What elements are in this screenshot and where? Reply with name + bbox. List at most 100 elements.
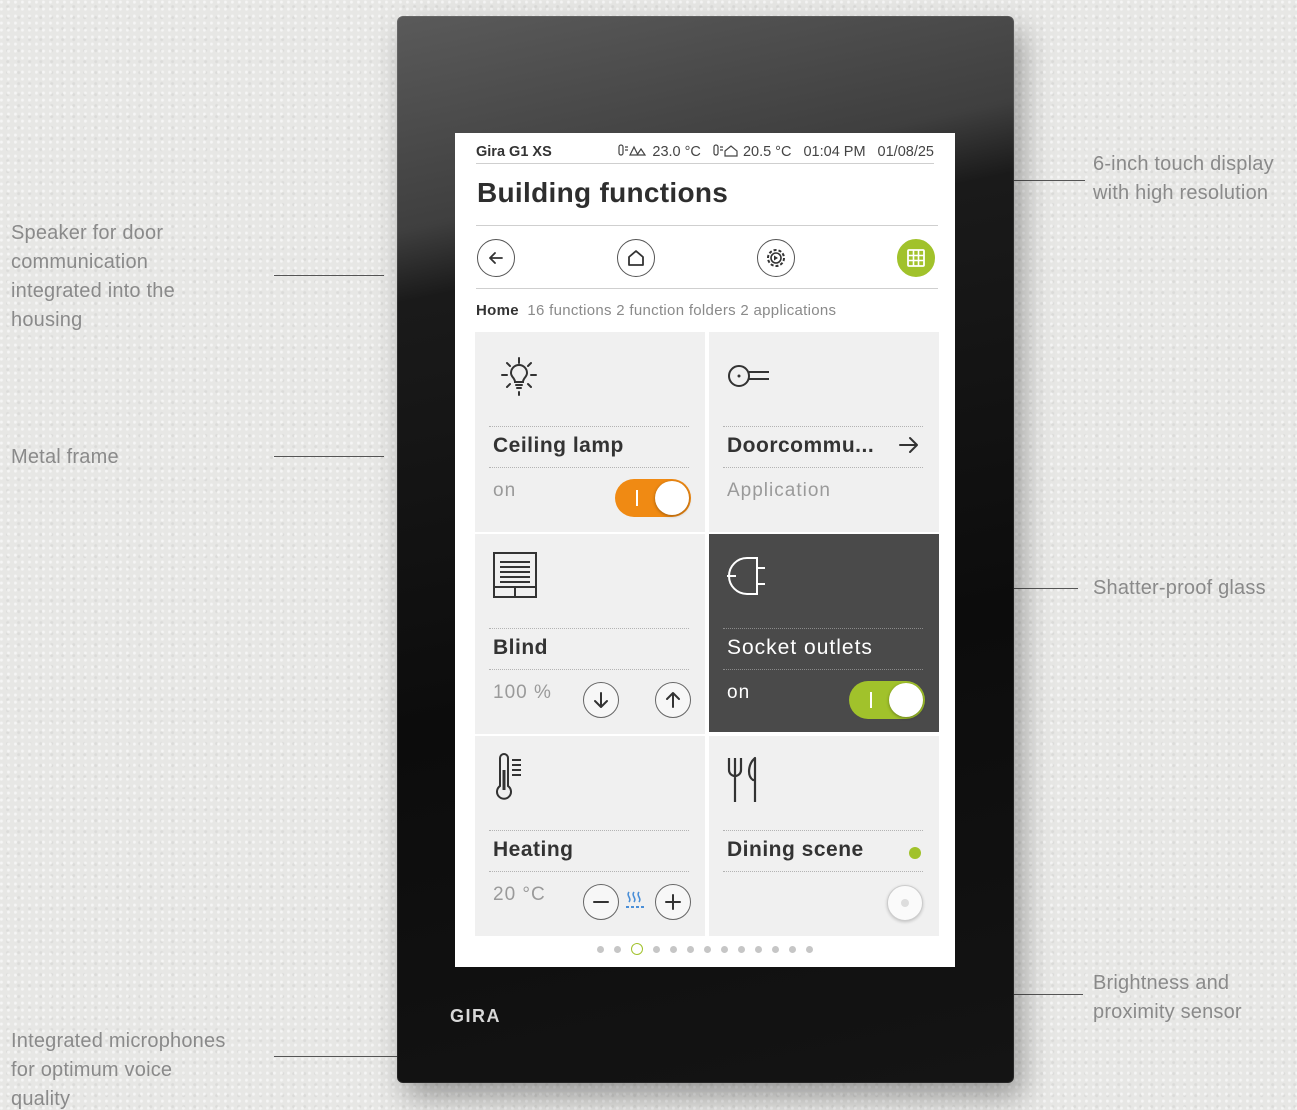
tile-state: 100 %: [493, 682, 552, 703]
page-dot[interactable]: [772, 945, 779, 953]
tile-label: Doorcommu...: [727, 434, 875, 457]
heating-wave-icon: [626, 891, 644, 908]
tile-ceiling-lamp[interactable]: Ceiling lamp on: [475, 332, 705, 532]
outdoor-temp: 23.0 °C: [618, 144, 701, 160]
callout-line-metal-frame: [274, 456, 384, 457]
tile-label: Socket outlets: [727, 636, 873, 659]
settings-gear-icon: [767, 249, 785, 267]
settings-button[interactable]: [757, 239, 795, 277]
tile-label: Dining scene: [727, 838, 864, 861]
date: 01/08/25: [877, 143, 934, 160]
page-title: Building functions: [477, 177, 729, 208]
tile-divider: [489, 426, 689, 427]
outdoor-thermometer-icon: [618, 143, 647, 156]
page-dot[interactable]: [670, 945, 677, 953]
tile-heating[interactable]: Heating 20 °C: [475, 736, 705, 936]
tile-divider: [723, 628, 923, 629]
page-indicator: [455, 943, 955, 955]
arrow-right-icon: [899, 437, 918, 453]
page-dot[interactable]: [631, 943, 643, 955]
toggle-knob: [655, 481, 689, 515]
tile-divider: [489, 830, 689, 831]
breadcrumb: Home 16 functions 2 function folders 2 a…: [476, 302, 836, 319]
status-info: 23.0 °C 20.5 °C 01:04 PM 01/08/25: [618, 144, 934, 160]
grid-view-button[interactable]: [897, 239, 935, 277]
callout-line-speaker: [274, 275, 384, 276]
tile-label: Blind: [493, 636, 548, 659]
arrow-up-icon: [666, 692, 680, 708]
back-button[interactable]: [477, 239, 515, 277]
trigger-dot: [901, 899, 909, 907]
tile-door-communication[interactable]: Doorcommu... Application: [709, 332, 939, 532]
page-dot[interactable]: [721, 945, 728, 953]
plug-icon: [727, 557, 765, 595]
callout-glass: Shatter-proof glass: [1093, 577, 1266, 599]
callout-speaker: Speaker for door communication integrate…: [11, 222, 175, 331]
tile-divider: [489, 669, 689, 670]
dining-scene-trigger-button[interactable]: [887, 885, 923, 921]
callout-display: 6-inch touch display with high resolutio…: [1093, 153, 1274, 204]
callout-metal-frame: Metal frame: [11, 446, 119, 468]
bulb-icon: [501, 357, 537, 396]
toggle-on-mark: [636, 490, 638, 506]
arrow-down-icon: [594, 692, 608, 708]
tile-state: on: [727, 682, 751, 703]
tile-state: on: [493, 480, 517, 501]
clock: 01:04 PM: [803, 143, 866, 160]
indoor-thermometer-icon: [713, 143, 738, 157]
page-dot[interactable]: [704, 945, 711, 953]
blind-down-button[interactable]: [583, 682, 619, 718]
nav-divider: [476, 288, 938, 289]
status-bar: Gira G1 XS 23.0 °C 20.5 °C 01:04 PM 01/0…: [476, 140, 934, 164]
heating-decrease-button[interactable]: [583, 884, 619, 920]
socket-outlets-toggle[interactable]: [849, 681, 925, 719]
tile-state: Application: [727, 480, 831, 501]
tile-blind[interactable]: Blind 100 %: [475, 534, 705, 734]
page-dot[interactable]: [614, 945, 621, 953]
ceiling-lamp-toggle[interactable]: [615, 479, 691, 517]
indoor-temp: 20.5 °C: [713, 143, 791, 160]
page-dot[interactable]: [738, 945, 745, 953]
minus-icon: [593, 901, 609, 903]
tile-divider: [723, 426, 923, 427]
tile-divider: [723, 467, 923, 468]
tile-divider: [723, 830, 923, 831]
page-dot[interactable]: [597, 945, 604, 953]
home-icon: [628, 250, 644, 266]
tile-divider: [723, 871, 923, 872]
heating-increase-button[interactable]: [655, 884, 691, 920]
toggle-on-mark: [870, 692, 872, 708]
tile-state: 20 °C: [493, 884, 546, 905]
nav-bar: [476, 231, 938, 287]
plus-icon: [665, 894, 681, 910]
scene-status-indicator: [909, 847, 921, 859]
page-dot[interactable]: [687, 945, 694, 953]
blind-up-button[interactable]: [655, 682, 691, 718]
device-name: Gira G1 XS: [476, 143, 552, 160]
blind-icon: [493, 552, 537, 598]
grid-view-icon: [907, 249, 925, 267]
tile-divider: [723, 669, 923, 670]
page-dot[interactable]: [806, 945, 813, 953]
thermometer-icon: [496, 753, 521, 800]
tile-divider: [489, 871, 689, 872]
page-dot[interactable]: [789, 945, 796, 953]
tile-socket-outlets[interactable]: Socket outlets on: [709, 534, 939, 732]
touch-screen: Gira G1 XS 23.0 °C 20.5 °C 01:04 PM 01/0…: [455, 133, 955, 967]
toggle-knob: [889, 683, 923, 717]
page-dot[interactable]: [755, 945, 762, 953]
callout-microphones: Integrated microphones for optimum voice…: [11, 1030, 226, 1110]
tile-dining-scene[interactable]: Dining scene: [709, 736, 939, 936]
callout-sensor: Brightness and proximity sensor: [1093, 972, 1242, 1023]
brand-logo: GIRA: [450, 1006, 501, 1026]
tile-label: Ceiling lamp: [493, 434, 624, 457]
back-arrow-icon: [489, 252, 503, 264]
key-icon: [728, 365, 769, 387]
breadcrumb-location[interactable]: Home: [476, 302, 519, 319]
cutlery-icon: [727, 756, 757, 802]
page-dot[interactable]: [653, 945, 660, 953]
tile-divider: [489, 467, 689, 468]
home-button[interactable]: [617, 239, 655, 277]
breadcrumb-summary: 16 functions 2 function folders 2 applic…: [527, 302, 837, 319]
tile-divider: [489, 628, 689, 629]
